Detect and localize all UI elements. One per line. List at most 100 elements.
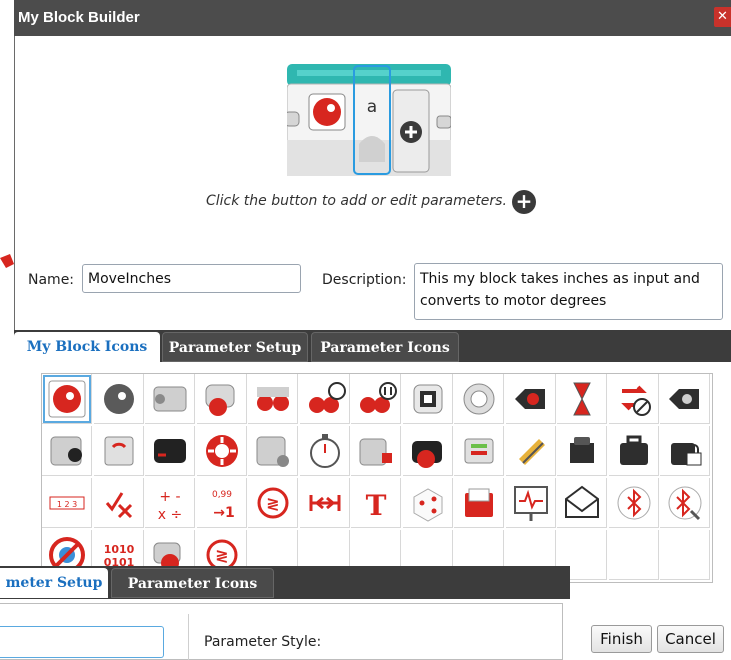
icon-cell-head-gears-red[interactable]: [42, 374, 92, 424]
icon-cell-array-123[interactable]: 1 2 3: [42, 478, 92, 528]
icon-cell-loop-interrupt[interactable]: [609, 374, 659, 424]
icon-cell-touch-sensor[interactable]: [351, 426, 401, 476]
svg-text:≷: ≷: [266, 494, 279, 513]
finish-button[interactable]: Finish: [591, 625, 652, 653]
svg-text:→1: →1: [213, 505, 234, 521]
icon-cell-bluetooth[interactable]: [609, 478, 659, 528]
icon-grid: 1 2 3 + -x ÷ 0,99 →1 ≷ T 1010 0101 ≷: [41, 373, 713, 583]
icon-cell-infrared-sensor[interactable]: [145, 426, 195, 476]
icon-cell-gyro-sensor[interactable]: [94, 426, 144, 476]
temperature-sensor-icon: [464, 438, 494, 464]
motor-rotation-icon: [412, 441, 442, 468]
tab-parameter-icons[interactable]: Parameter Icons: [311, 332, 459, 362]
icon-cell-temperature-sensor[interactable]: [454, 426, 504, 476]
icon-cell-sound-sensor[interactable]: [557, 426, 607, 476]
overlay-tab-parameter-icons[interactable]: Parameter Icons: [111, 568, 274, 598]
icon-cell-move-tank[interactable]: [351, 374, 401, 424]
icon-cell-bluetooth-wrench[interactable]: [660, 478, 710, 528]
svg-text:+ -: + -: [159, 489, 180, 505]
icon-cell-random[interactable]: [403, 478, 453, 528]
compare-icon: ≷: [257, 487, 289, 519]
medium-motor-icon: [153, 386, 187, 412]
icon-cell-messaging[interactable]: [557, 478, 607, 528]
icon-cell-text[interactable]: T: [351, 478, 401, 528]
icon-cell-color-sensor[interactable]: [42, 426, 92, 476]
add-parameter-button[interactable]: +: [512, 190, 536, 214]
svg-text:x ÷: x ÷: [158, 507, 182, 523]
round-icon: 0,99 →1: [212, 490, 235, 521]
text-icon: T: [366, 489, 387, 522]
ultrasonic-sensor-icon: [256, 436, 289, 467]
icon-cell-ultrasonic-sensor[interactable]: [248, 426, 298, 476]
icon-cell-round[interactable]: 0,99 →1: [197, 478, 247, 528]
color-sensor-icon: [50, 436, 82, 466]
timer-icon: [573, 382, 591, 416]
large-motor-icon: [205, 384, 235, 416]
bluetooth-icon: [617, 486, 651, 520]
cancel-button[interactable]: Cancel: [657, 625, 724, 653]
move-tank-icon: [360, 382, 397, 413]
icon-cell-brick-buttons[interactable]: [506, 374, 556, 424]
icon-cell-data-logging[interactable]: [506, 478, 556, 528]
icon-cell-energy-meter[interactable]: [506, 426, 556, 476]
loop-interrupt-icon: [621, 385, 651, 416]
array-123-icon: 1 2 3: [49, 496, 85, 510]
icon-cell-display[interactable]: [403, 374, 453, 424]
icon-cell-large-motor[interactable]: [197, 374, 247, 424]
math-icon: + - x ÷: [158, 489, 182, 523]
brick-status-light-icon: [669, 389, 699, 409]
icon-cell-two-motors[interactable]: [248, 374, 298, 424]
stopwatch-icon: [310, 434, 340, 468]
icon-cell-empty: [660, 530, 710, 580]
icon-cell-move-steering[interactable]: [300, 374, 350, 424]
icon-cell-logic[interactable]: [94, 478, 144, 528]
energy-meter-icon: [519, 439, 545, 465]
overlay-divider: [188, 614, 189, 660]
icon-cell-brick-status-light[interactable]: [660, 374, 710, 424]
description-label: Description:: [322, 272, 407, 288]
random-icon: [413, 488, 443, 522]
icon-cell-toolbox[interactable]: [609, 426, 659, 476]
head-gears-red-icon: [48, 380, 86, 418]
icon-cell-math[interactable]: + - x ÷: [145, 478, 195, 528]
bluetooth-wrench-icon: [668, 486, 702, 521]
my-block-preview: a: [284, 64, 452, 177]
description-input[interactable]: This my block takes inches as input and …: [414, 263, 723, 320]
toolbox-icon: [620, 435, 648, 465]
svg-text:0,99: 0,99: [212, 490, 232, 500]
annotation-arrow-icon: [0, 254, 14, 268]
icon-cell-file-access[interactable]: [454, 478, 504, 528]
tab-parameter-setup[interactable]: Parameter Setup: [162, 332, 308, 362]
icon-cell-range[interactable]: [300, 478, 350, 528]
icon-cell-stopwatch[interactable]: [300, 426, 350, 476]
svg-text:1010: 1010: [104, 543, 135, 556]
move-steering-icon: [309, 382, 346, 413]
range-icon: [309, 495, 341, 511]
window-title: My Block Builder: [18, 9, 140, 26]
close-icon[interactable]: ✕: [714, 7, 731, 27]
overlay-tab-parameter-setup[interactable]: meter Setup: [0, 568, 108, 598]
icon-cell-lock[interactable]: [660, 426, 710, 476]
svg-text:1 2 3: 1 2 3: [57, 500, 77, 509]
data-logging-icon: [514, 486, 548, 521]
gyro-sensor-icon: [104, 436, 134, 466]
icon-cell-brick-button-sensor[interactable]: [197, 426, 247, 476]
dialog-border: [14, 36, 15, 330]
name-label: Name:: [28, 272, 75, 288]
icon-cell-head-gears-gray[interactable]: [94, 374, 144, 424]
icon-cell-motor-rotation[interactable]: [403, 426, 453, 476]
parameter-style-label: Parameter Style:: [204, 634, 322, 650]
touch-sensor-icon: [359, 438, 392, 466]
icon-cell-sound[interactable]: [454, 374, 504, 424]
tab-my-block-icons[interactable]: My Block Icons: [14, 332, 160, 362]
icon-cell-empty: [609, 530, 659, 580]
messaging-icon: [565, 485, 599, 518]
file-access-icon: [465, 488, 493, 517]
icon-cell-timer[interactable]: [557, 374, 607, 424]
infrared-sensor-icon: [154, 439, 186, 463]
name-input[interactable]: [82, 264, 301, 293]
icon-cell-medium-motor[interactable]: [145, 374, 195, 424]
head-gears-gray-icon: [104, 384, 134, 414]
icon-cell-compare[interactable]: ≷: [248, 478, 298, 528]
overlay-name-field[interactable]: [0, 626, 164, 658]
